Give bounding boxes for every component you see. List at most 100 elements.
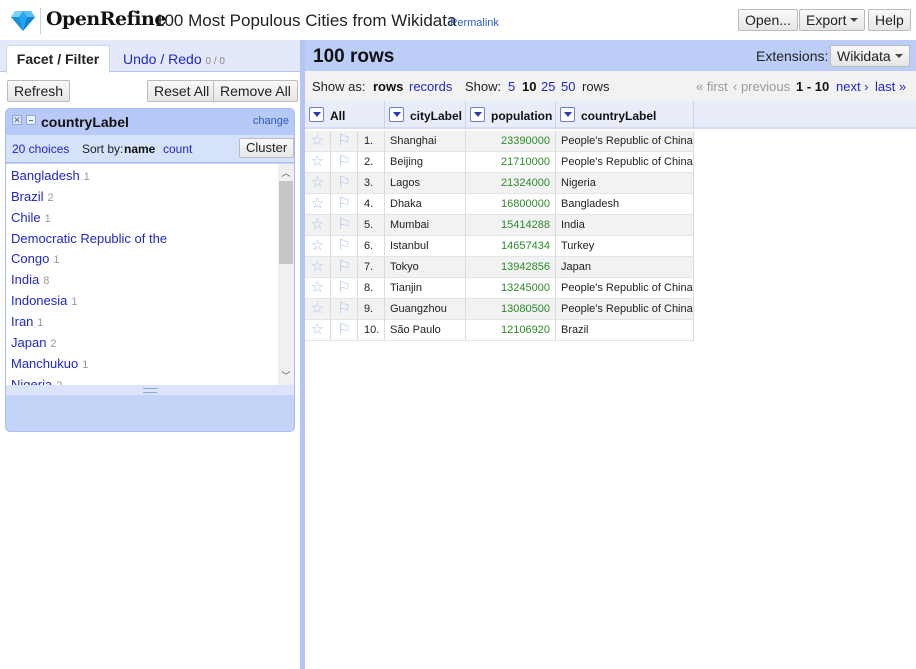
- scrollbar-thumb[interactable]: [279, 181, 293, 264]
- cell-population[interactable]: 16800000: [466, 194, 556, 215]
- facet-choice-name[interactable]: Bangladesh: [11, 168, 80, 183]
- column-header-citylabel[interactable]: cityLabel: [385, 101, 466, 129]
- facet-choice-name[interactable]: Chile: [11, 210, 41, 225]
- project-title[interactable]: 100 Most Populous Cities from Wikidata: [155, 11, 456, 31]
- facet-choice[interactable]: Japan 2: [11, 333, 176, 354]
- facet-change-link[interactable]: change: [253, 115, 289, 127]
- cell-countrylabel[interactable]: Turkey: [556, 236, 694, 257]
- cell-citylabel[interactable]: Mumbai: [385, 215, 466, 236]
- flag-icon[interactable]: ⚐: [331, 278, 358, 299]
- cell-population[interactable]: 21710000: [466, 152, 556, 173]
- facet-choices-count[interactable]: 20 choices: [12, 142, 69, 156]
- cell-citylabel[interactable]: Tianjin: [385, 278, 466, 299]
- star-icon[interactable]: ☆: [305, 131, 331, 152]
- column-menu-dropdown-icon[interactable]: [389, 107, 404, 122]
- flag-icon[interactable]: ⚐: [331, 215, 358, 236]
- cell-population[interactable]: 13245000: [466, 278, 556, 299]
- help-button[interactable]: Help: [868, 9, 911, 31]
- last-page-link[interactable]: last »: [875, 79, 906, 94]
- show-as-records[interactable]: records: [409, 79, 452, 94]
- star-icon[interactable]: ☆: [305, 173, 331, 194]
- cell-citylabel[interactable]: Tokyo: [385, 257, 466, 278]
- facet-choice-name[interactable]: Democratic Republic of the Congo: [11, 231, 167, 266]
- cell-citylabel[interactable]: Beijing: [385, 152, 466, 173]
- facet-choice[interactable]: Bangladesh 1: [11, 166, 176, 187]
- page-size-25[interactable]: 25: [541, 79, 555, 94]
- cell-population[interactable]: 13080500: [466, 299, 556, 320]
- chevron-up-icon[interactable]: ︿: [278, 164, 294, 180]
- cell-population[interactable]: 21324000: [466, 173, 556, 194]
- page-size-10[interactable]: 10: [522, 79, 536, 94]
- sort-by-name[interactable]: name: [124, 142, 155, 156]
- cell-countrylabel[interactable]: Nigeria: [556, 173, 694, 194]
- cell-population[interactable]: 13942856: [466, 257, 556, 278]
- flag-icon[interactable]: ⚐: [331, 194, 358, 215]
- facet-choice[interactable]: Chile 1: [11, 208, 176, 229]
- facet-choice-name[interactable]: Brazil: [11, 189, 44, 204]
- cell-countrylabel[interactable]: People's Republic of China: [556, 299, 694, 320]
- cell-countrylabel[interactable]: India: [556, 215, 694, 236]
- facet-choice-name[interactable]: Nigeria: [11, 377, 52, 385]
- column-menu-dropdown-icon[interactable]: [470, 107, 485, 122]
- facet-choice[interactable]: Iran 1: [11, 312, 176, 333]
- star-icon[interactable]: ☆: [305, 194, 331, 215]
- flag-icon[interactable]: ⚐: [331, 131, 358, 152]
- facet-choice-name[interactable]: Iran: [11, 314, 33, 329]
- flag-icon[interactable]: ⚐: [331, 257, 358, 278]
- cluster-button[interactable]: Cluster: [239, 138, 294, 158]
- wikidata-extension-button[interactable]: Wikidata: [830, 45, 910, 67]
- chevron-down-icon[interactable]: ﹀: [278, 369, 294, 385]
- flag-icon[interactable]: ⚐: [331, 236, 358, 257]
- facet-choice[interactable]: India 8: [11, 270, 176, 291]
- facet-choice[interactable]: Indonesia 1: [11, 291, 176, 312]
- cell-citylabel[interactable]: Lagos: [385, 173, 466, 194]
- column-header-countrylabel[interactable]: countryLabel: [556, 101, 694, 129]
- cell-countrylabel[interactable]: Bangladesh: [556, 194, 694, 215]
- cell-countrylabel[interactable]: People's Republic of China: [556, 131, 694, 152]
- facet-choice-name[interactable]: Indonesia: [11, 293, 67, 308]
- previous-page-link[interactable]: ‹ previous: [733, 79, 790, 94]
- cell-countrylabel[interactable]: Brazil: [556, 320, 694, 341]
- column-header-population[interactable]: population: [466, 101, 556, 129]
- cell-population[interactable]: 14657434: [466, 236, 556, 257]
- star-icon[interactable]: ☆: [305, 152, 331, 173]
- facet-resize-handle[interactable]: [6, 385, 294, 395]
- star-icon[interactable]: ☆: [305, 320, 331, 341]
- flag-icon[interactable]: ⚐: [331, 152, 358, 173]
- facet-choice-name[interactable]: India: [11, 272, 39, 287]
- tab-undo-redo[interactable]: Undo / Redo 0 / 0: [123, 51, 225, 67]
- cell-countrylabel[interactable]: People's Republic of China: [556, 278, 694, 299]
- openrefine-diamond-icon[interactable]: [11, 11, 35, 31]
- cell-countrylabel[interactable]: Japan: [556, 257, 694, 278]
- facet-choice[interactable]: Manchukuo 1: [11, 354, 176, 375]
- flag-icon[interactable]: ⚐: [331, 320, 358, 341]
- cell-citylabel[interactable]: Shanghai: [385, 131, 466, 152]
- export-button[interactable]: Export: [799, 9, 866, 31]
- refresh-button[interactable]: Refresh: [7, 80, 71, 102]
- facet-choice-name[interactable]: Japan: [11, 335, 46, 350]
- cell-countrylabel[interactable]: People's Republic of China: [556, 152, 694, 173]
- cell-citylabel[interactable]: Istanbul: [385, 236, 466, 257]
- cell-citylabel[interactable]: Dhaka: [385, 194, 466, 215]
- facet-choice[interactable]: Democratic Republic of the Congo 1: [11, 229, 176, 270]
- star-icon[interactable]: ☆: [305, 278, 331, 299]
- next-page-link[interactable]: next ›: [836, 79, 869, 94]
- sort-by-count[interactable]: count: [163, 142, 192, 156]
- facet-choice[interactable]: Brazil 2: [11, 187, 176, 208]
- facet-choice[interactable]: Nigeria2: [11, 375, 176, 385]
- column-header-all[interactable]: All: [305, 101, 385, 129]
- first-page-link[interactable]: « first: [696, 79, 728, 94]
- star-icon[interactable]: ☆: [305, 299, 331, 320]
- star-icon[interactable]: ☆: [305, 215, 331, 236]
- star-icon[interactable]: ☆: [305, 257, 331, 278]
- page-size-50[interactable]: 50: [561, 79, 575, 94]
- open-button[interactable]: Open...: [738, 9, 798, 31]
- cell-population[interactable]: 12106920: [466, 320, 556, 341]
- star-icon[interactable]: ☆: [305, 236, 331, 257]
- show-as-rows[interactable]: rows: [373, 79, 403, 94]
- cell-population[interactable]: 23390000: [466, 131, 556, 152]
- column-menu-dropdown-icon[interactable]: [309, 107, 324, 122]
- app-name[interactable]: OpenRefine: [46, 8, 166, 30]
- flag-icon[interactable]: ⚐: [331, 299, 358, 320]
- cell-citylabel[interactable]: Guangzhou: [385, 299, 466, 320]
